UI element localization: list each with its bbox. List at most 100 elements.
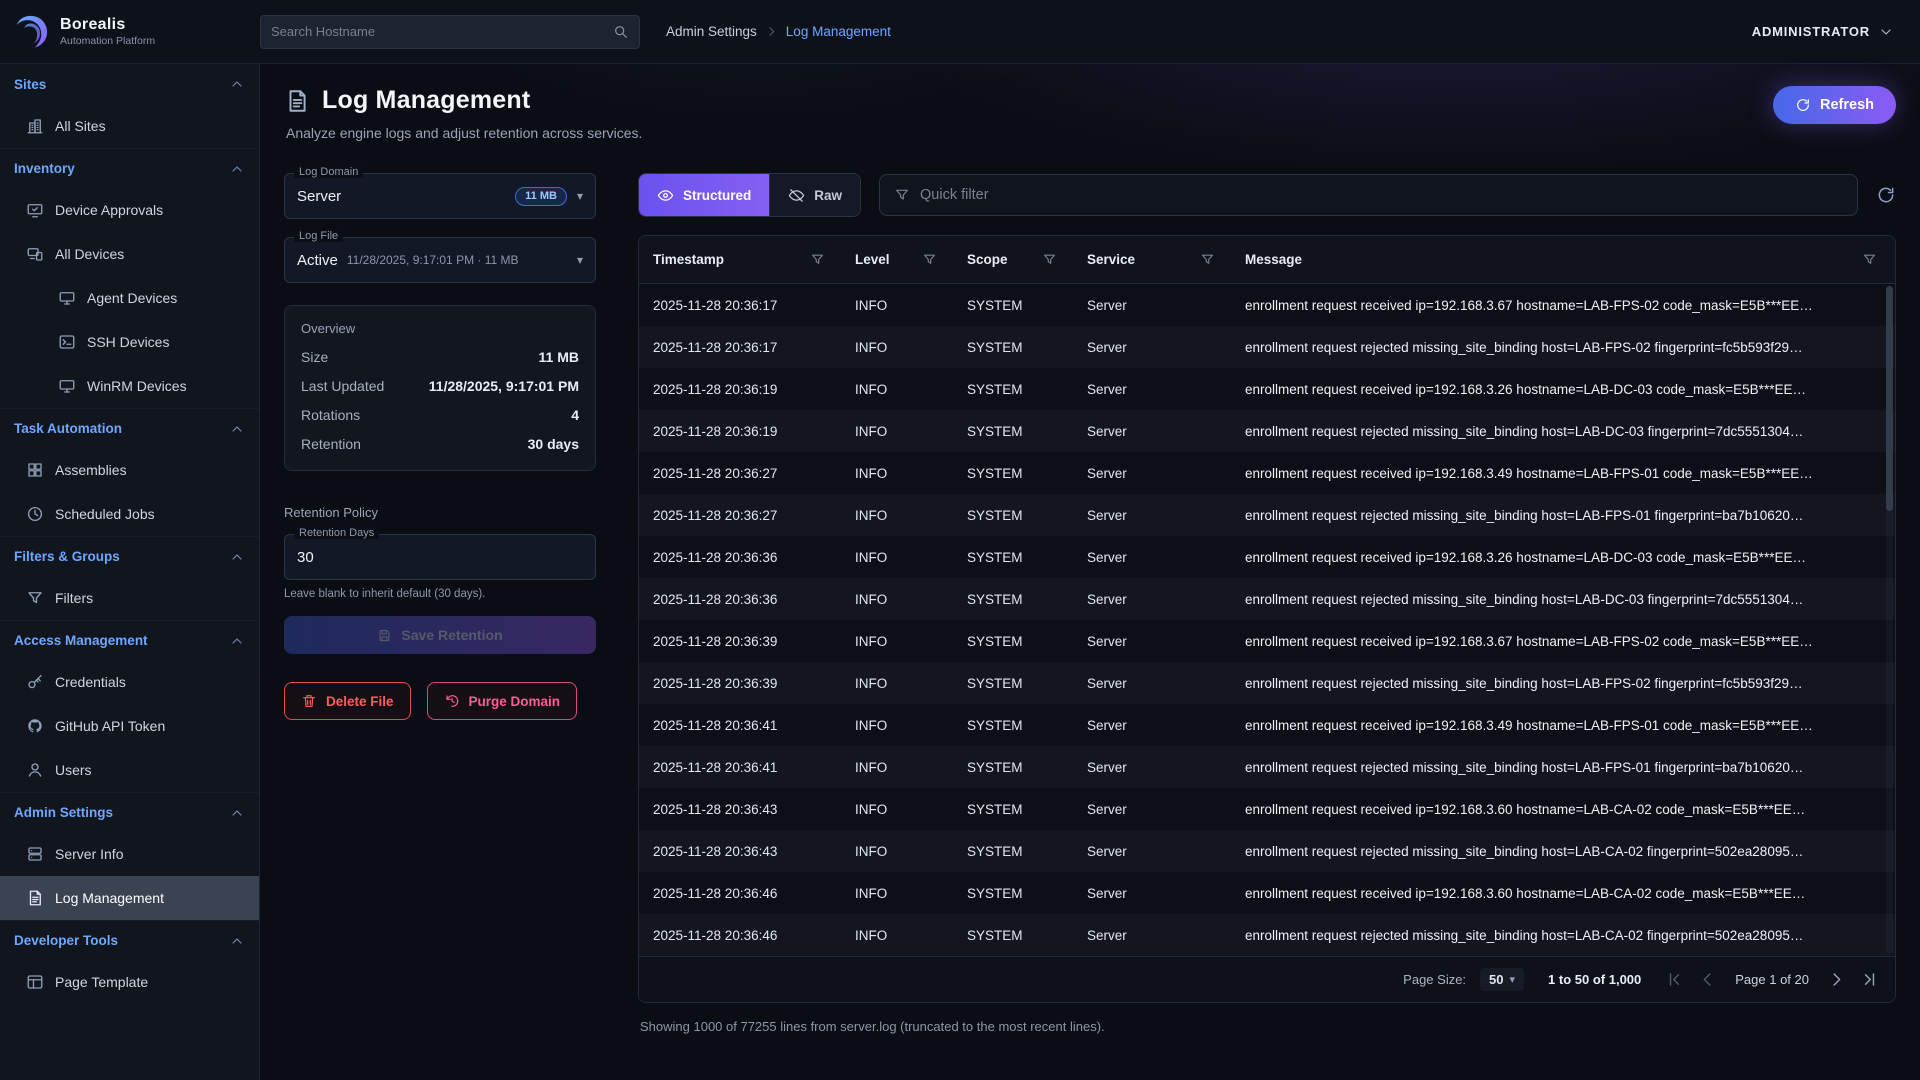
first-page-icon[interactable]: [1665, 970, 1684, 989]
sidebar-item[interactable]: All Sites: [0, 104, 259, 148]
reload-logs-icon[interactable]: [1876, 185, 1896, 205]
sidebar-item[interactable]: SSH Devices: [0, 320, 259, 364]
sidebar-item[interactable]: Server Info: [0, 832, 259, 876]
refresh-button[interactable]: Refresh: [1773, 86, 1896, 124]
sidebar-item[interactable]: Assemblies: [0, 448, 259, 492]
log-row[interactable]: 2025-11-28 20:36:41 INFO SYSTEM Server e…: [639, 746, 1895, 788]
filter-icon[interactable]: [1200, 252, 1215, 267]
log-row[interactable]: 2025-11-28 20:36:19 INFO SYSTEM Server e…: [639, 410, 1895, 452]
sidebar-section-header[interactable]: Filters & Groups: [0, 536, 259, 576]
sidebar-item[interactable]: Users: [0, 748, 259, 792]
user-menu[interactable]: ADMINISTRATOR: [1752, 24, 1894, 40]
purge-domain-button[interactable]: Purge Domain: [427, 682, 578, 720]
retention-days-label: Retention Days: [294, 527, 379, 539]
cell-level: INFO: [843, 382, 955, 397]
sidebar-item[interactable]: WinRM Devices: [0, 364, 259, 408]
column-header-label: Level: [855, 252, 890, 267]
log-file-icon: [26, 889, 44, 907]
cell-service: Server: [1075, 760, 1233, 775]
retention-days-field[interactable]: Retention Days: [284, 534, 596, 580]
sidebar-section-header[interactable]: Developer Tools: [0, 920, 259, 960]
cell-service: Server: [1075, 424, 1233, 439]
cell-timestamp: 2025-11-28 20:36:27: [639, 466, 843, 481]
sidebar-item[interactable]: Device Approvals: [0, 188, 259, 232]
cell-timestamp: 2025-11-28 20:36:19: [639, 424, 843, 439]
last-page-icon[interactable]: [1860, 970, 1879, 989]
raw-toggle[interactable]: Raw: [769, 174, 860, 216]
cell-service: Server: [1075, 928, 1233, 943]
log-row[interactable]: 2025-11-28 20:36:17 INFO SYSTEM Server e…: [639, 284, 1895, 326]
chevron-up-icon: [229, 933, 245, 949]
column-header-label: Scope: [967, 252, 1008, 267]
log-row[interactable]: 2025-11-28 20:36:27 INFO SYSTEM Server e…: [639, 494, 1895, 536]
hostname-search[interactable]: [260, 15, 640, 49]
sidebar-section-header[interactable]: Sites: [0, 64, 259, 104]
sidebar-item[interactable]: Filters: [0, 576, 259, 620]
hostname-search-input[interactable]: [271, 24, 605, 39]
cell-scope: SYSTEM: [955, 760, 1075, 775]
log-row[interactable]: 2025-11-28 20:36:36 INFO SYSTEM Server e…: [639, 578, 1895, 620]
filter-icon[interactable]: [1862, 252, 1877, 267]
sidebar-section: Access Management Credentials GitHub API…: [0, 620, 259, 792]
column-header[interactable]: Level: [843, 252, 955, 267]
log-domain-select[interactable]: Log Domain Server 11 MB ▾: [284, 173, 596, 219]
log-row[interactable]: 2025-11-28 20:36:19 INFO SYSTEM Server e…: [639, 368, 1895, 410]
sidebar-section-header[interactable]: Inventory: [0, 148, 259, 188]
log-row[interactable]: 2025-11-28 20:36:36 INFO SYSTEM Server e…: [639, 536, 1895, 578]
sidebar-item[interactable]: Agent Devices: [0, 276, 259, 320]
log-file-select[interactable]: Log File Active 11/28/2025, 9:17:01 PM ·…: [284, 237, 596, 283]
log-row[interactable]: 2025-11-28 20:36:46 INFO SYSTEM Server e…: [639, 872, 1895, 914]
sidebar-section-header[interactable]: Access Management: [0, 620, 259, 660]
log-row[interactable]: 2025-11-28 20:36:39 INFO SYSTEM Server e…: [639, 620, 1895, 662]
log-domain-size-badge: 11 MB: [515, 187, 567, 206]
overview-row: Last Updated 11/28/2025, 9:17:01 PM: [301, 378, 579, 394]
log-row[interactable]: 2025-11-28 20:36:41 INFO SYSTEM Server e…: [639, 704, 1895, 746]
retention-days-input[interactable]: [297, 549, 583, 566]
filter-icon[interactable]: [810, 252, 825, 267]
log-row[interactable]: 2025-11-28 20:36:17 INFO SYSTEM Server e…: [639, 326, 1895, 368]
sidebar-item-label: Assemblies: [55, 462, 127, 478]
breadcrumb-admin-settings[interactable]: Admin Settings: [666, 24, 757, 39]
sidebar-item[interactable]: Log Management: [0, 876, 259, 920]
sidebar-item-label: Scheduled Jobs: [55, 506, 155, 522]
delete-file-button[interactable]: Delete File: [284, 682, 411, 720]
sidebar-item[interactable]: Page Template: [0, 960, 259, 1004]
sidebar-item[interactable]: Credentials: [0, 660, 259, 704]
cell-level: INFO: [843, 298, 955, 313]
structured-toggle[interactable]: Structured: [639, 174, 769, 216]
page-title: Log Management: [322, 86, 530, 115]
save-retention-button[interactable]: Save Retention: [284, 616, 596, 654]
column-header[interactable]: Scope: [955, 252, 1075, 267]
column-header[interactable]: Timestamp: [639, 252, 843, 267]
log-row[interactable]: 2025-11-28 20:36:39 INFO SYSTEM Server e…: [639, 662, 1895, 704]
cell-timestamp: 2025-11-28 20:36:43: [639, 844, 843, 859]
buildings-icon: [26, 117, 44, 135]
column-header[interactable]: Service: [1075, 252, 1233, 267]
log-row[interactable]: 2025-11-28 20:36:27 INFO SYSTEM Server e…: [639, 452, 1895, 494]
log-row[interactable]: 2025-11-28 20:36:46 INFO SYSTEM Server e…: [639, 914, 1895, 956]
log-row[interactable]: 2025-11-28 20:36:43 INFO SYSTEM Server e…: [639, 830, 1895, 872]
cell-service: Server: [1075, 298, 1233, 313]
cell-service: Server: [1075, 508, 1233, 523]
sidebar-section-header[interactable]: Task Automation: [0, 408, 259, 448]
filter-icon[interactable]: [1042, 252, 1057, 267]
retention-helper-text: Leave blank to inherit default (30 days)…: [284, 588, 596, 600]
sidebar-item[interactable]: Scheduled Jobs: [0, 492, 259, 536]
next-page-icon[interactable]: [1827, 970, 1846, 989]
quick-filter[interactable]: [879, 174, 1858, 216]
cell-service: Server: [1075, 466, 1233, 481]
filter-icon[interactable]: [922, 252, 937, 267]
table-scrollbar-thumb[interactable]: [1886, 286, 1893, 511]
sidebar-item-label: Credentials: [55, 674, 126, 690]
cell-timestamp: 2025-11-28 20:36:43: [639, 802, 843, 817]
log-row[interactable]: 2025-11-28 20:36:43 INFO SYSTEM Server e…: [639, 788, 1895, 830]
page-size-select[interactable]: 50 ▾: [1480, 968, 1524, 991]
sidebar-section-header[interactable]: Admin Settings: [0, 792, 259, 832]
cell-scope: SYSTEM: [955, 382, 1075, 397]
cell-timestamp: 2025-11-28 20:36:19: [639, 382, 843, 397]
column-header[interactable]: Message: [1233, 252, 1895, 267]
quick-filter-input[interactable]: [920, 187, 1843, 203]
prev-page-icon[interactable]: [1698, 970, 1717, 989]
sidebar-item[interactable]: GitHub API Token: [0, 704, 259, 748]
sidebar-item[interactable]: All Devices: [0, 232, 259, 276]
